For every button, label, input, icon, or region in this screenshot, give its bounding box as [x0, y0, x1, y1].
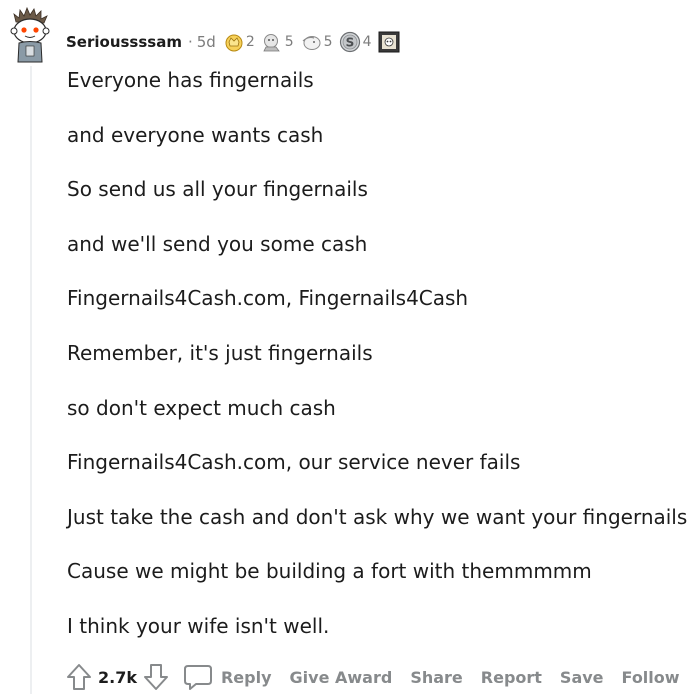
user-avatar[interactable]	[8, 6, 54, 64]
meta-separator: ·	[187, 33, 193, 51]
comment-line: I think your wife isn't well.	[67, 613, 330, 638]
framed-award-icon	[378, 31, 400, 53]
comment-line: Just take the cash and don't ask why we …	[67, 504, 688, 529]
comment-age[interactable]: 5d	[197, 33, 216, 51]
svg-text:S: S	[345, 36, 354, 50]
vote-score: 2.7k	[98, 667, 137, 687]
upvote-arrow-icon	[67, 664, 91, 690]
comment-body: Everyone has fingernails and everyone wa…	[67, 65, 697, 666]
comment-line: So send us all your fingernails	[67, 177, 368, 202]
crown-award-icon	[225, 34, 243, 52]
award-silver[interactable]: S 4	[339, 31, 372, 53]
comment-line: Fingernails4Cash.com, Fingernails4Cash	[67, 286, 469, 311]
report-button[interactable]: Report	[481, 668, 542, 687]
username[interactable]: Serioussssam	[66, 33, 182, 51]
comment-line: Cause we might be building a fort with t…	[67, 559, 592, 584]
comment-header: Serioussssam · 5d 2 5 5 S 4	[66, 28, 406, 56]
comment-line: so don't expect much cash	[67, 395, 336, 420]
save-button[interactable]: Save	[560, 668, 604, 687]
upvote-button[interactable]	[64, 661, 94, 693]
comment-line: Fingernails4Cash.com, our service never …	[67, 450, 521, 475]
comment-line: and everyone wants cash	[67, 122, 324, 147]
follow-button[interactable]: Follow	[622, 668, 680, 687]
reply-button[interactable]: Reply	[183, 663, 272, 691]
wholesome-award-icon	[263, 34, 280, 52]
snoo-avatar-icon	[10, 6, 50, 63]
award-crown[interactable]: 2	[224, 32, 255, 52]
award-count: 5	[323, 34, 333, 50]
award-count: 4	[362, 34, 372, 50]
facepalm-award-icon	[302, 36, 321, 50]
comment-line: Everyone has fingernails	[67, 68, 314, 92]
share-button[interactable]: Share	[410, 668, 462, 687]
comment-line: Remember, it's just fingernails	[67, 340, 373, 365]
award-count: 2	[245, 34, 255, 50]
thread-line[interactable]	[30, 66, 32, 694]
award-count: 5	[284, 34, 294, 50]
award-wholesome[interactable]: 5	[261, 32, 294, 52]
silver-award-icon: S	[339, 31, 360, 53]
comment-actions: 2.7k Reply Give Award Share Report Save …	[64, 660, 680, 694]
award-framed[interactable]	[378, 31, 400, 53]
reply-label: Reply	[220, 667, 272, 687]
downvote-button[interactable]	[141, 661, 171, 693]
downvote-arrow-icon	[143, 664, 168, 690]
award-facepalm[interactable]: 5	[300, 32, 333, 52]
comment: Serioussssam · 5d 2 5 5 S 4 Everyone has…	[0, 0, 700, 694]
comment-bubble-icon	[183, 665, 212, 690]
comment-line: and we'll send you some cash	[67, 231, 368, 256]
give-award-button[interactable]: Give Award	[290, 668, 393, 687]
